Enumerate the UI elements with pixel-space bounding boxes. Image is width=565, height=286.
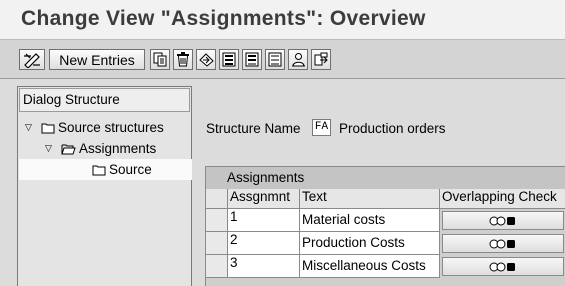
display-change-icon [24, 52, 40, 68]
expand-arrow-icon[interactable]: ▽ [25, 122, 37, 133]
delete-button[interactable] [173, 49, 193, 70]
dialog-structure-panel: Dialog Structure ▽ Source structures ▽ A… [17, 86, 192, 286]
folder-icon [41, 123, 55, 133]
delete-icon [177, 52, 189, 67]
row-selector[interactable] [206, 232, 228, 255]
select-all-icon [222, 52, 236, 67]
assignment-text-cell: Production Costs [300, 232, 440, 255]
undo-icon [198, 53, 214, 67]
structure-name-label: Structure Name [206, 121, 301, 136]
assignments-title-text: Assignments [227, 170, 305, 185]
overlapping-check-button[interactable] [442, 234, 564, 253]
assignments-table-title: Assignments [206, 167, 565, 189]
copy-button[interactable] [150, 49, 170, 70]
new-entries-button[interactable]: New Entries [49, 49, 145, 70]
copy-icon [153, 52, 167, 67]
tree-item-assignments[interactable]: ▽ Assignments [19, 138, 216, 159]
deselect-all-button[interactable] [265, 49, 285, 70]
select-block-icon [245, 52, 259, 67]
overlapping-check-button[interactable] [442, 257, 564, 276]
dialog-structure-header: Dialog Structure [19, 88, 190, 112]
where-used-button[interactable] [288, 49, 308, 70]
display-change-button[interactable] [19, 49, 45, 70]
page-title: Change View "Assignments": Overview [21, 7, 426, 30]
open-folder-icon [61, 144, 76, 154]
navigate-icon [314, 52, 328, 66]
column-header-overlapping-check[interactable]: Overlapping Check [440, 189, 565, 209]
folder-icon [92, 165, 106, 175]
column-header-text[interactable]: Text [300, 189, 440, 209]
overlapping-check-icon [489, 216, 515, 225]
application-toolbar: New Entries [0, 40, 565, 79]
expand-arrow-icon[interactable]: ▽ [45, 143, 57, 154]
tree-item-source[interactable]: Source [19, 159, 192, 180]
tree-item-label: Source [109, 162, 152, 177]
tree-item-label: Source structures [58, 120, 164, 135]
select-all-button[interactable] [219, 49, 239, 70]
overlapping-check-icon [489, 239, 515, 248]
undo-button[interactable] [196, 49, 216, 70]
navigate-button[interactable] [311, 49, 331, 70]
title-bar: Change View "Assignments": Overview [0, 0, 565, 40]
assignment-id-cell: 3 [228, 255, 300, 278]
where-used-icon [291, 53, 305, 67]
new-entries-label: New Entries [59, 51, 135, 68]
assignment-text-cell: Material costs [300, 209, 440, 232]
overlapping-check-icon [489, 262, 515, 271]
overlapping-check-button[interactable] [442, 211, 564, 230]
structure-code-field: FA [312, 119, 331, 136]
select-block-button[interactable] [242, 49, 262, 70]
assignment-id-cell: 2 [228, 232, 300, 255]
assignment-id-cell: 1 [228, 209, 300, 232]
tree-item-label: Assignments [79, 141, 157, 156]
assignments-table-panel: Assignments Assgnmnt Text Overlapping Ch… [205, 166, 565, 286]
row-selector[interactable] [206, 209, 228, 232]
deselect-all-icon [268, 52, 282, 67]
column-header-assignment[interactable]: Assgnmnt [228, 189, 300, 209]
assignment-text-cell: Miscellaneous Costs [300, 255, 440, 278]
select-all-rows-button[interactable] [206, 189, 228, 209]
structure-description: Production orders [339, 121, 446, 136]
row-selector[interactable] [206, 255, 228, 278]
tree-item-source-structures[interactable]: ▽ Source structures [19, 117, 196, 138]
